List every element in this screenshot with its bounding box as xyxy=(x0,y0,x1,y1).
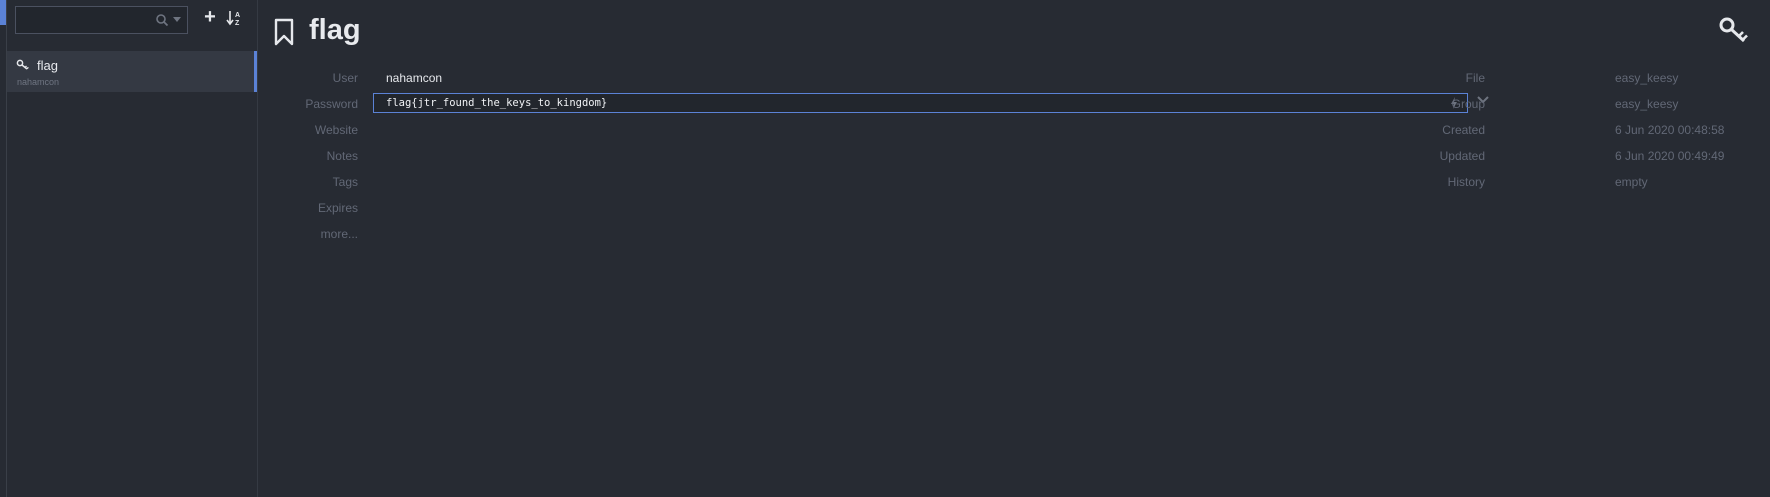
user-value[interactable]: nahamcon xyxy=(386,71,442,85)
bookmark-icon[interactable] xyxy=(273,18,295,46)
expires-label[interactable]: Expires xyxy=(258,201,358,215)
sidebar: + A Z flag nahamcon xyxy=(7,0,258,497)
file-label: File xyxy=(1465,71,1485,85)
history-value[interactable]: empty xyxy=(1615,175,1648,189)
entry-list-title: flag xyxy=(37,58,58,73)
notes-label[interactable]: Notes xyxy=(258,149,358,163)
password-label: Password xyxy=(305,97,358,111)
group-label: Group xyxy=(1451,97,1485,111)
file-value: easy_keesy xyxy=(1615,71,1679,85)
user-label: User xyxy=(332,71,358,85)
group-value[interactable]: easy_keesy xyxy=(1615,97,1678,111)
entry-details: flag User nahamcon Password flag{jtr_fou… xyxy=(258,0,1770,497)
key-icon xyxy=(16,59,29,70)
updated-value: 6 Jun 2020 00:49:49 xyxy=(1615,149,1725,163)
svg-text:Z: Z xyxy=(235,20,240,27)
entry-list-subtitle: nahamcon xyxy=(17,77,60,87)
search-options-chevron-down-icon[interactable] xyxy=(173,17,181,22)
app-window: + A Z flag nahamcon flag User nahamcon P… xyxy=(0,0,1770,497)
password-field[interactable]: flag{jtr_found_the_keys_to_kingdom} xyxy=(373,93,1468,113)
password-value[interactable]: flag{jtr_found_the_keys_to_kingdom} xyxy=(386,97,607,109)
website-label[interactable]: Website xyxy=(258,123,358,137)
keys-icon[interactable] xyxy=(1718,16,1750,44)
tags-label[interactable]: Tags xyxy=(258,175,358,189)
search-input[interactable] xyxy=(20,10,154,32)
search-icon[interactable] xyxy=(155,13,169,27)
updated-label: Updated xyxy=(1439,149,1485,163)
created-value: 6 Jun 2020 00:48:58 xyxy=(1615,123,1725,137)
sort-icon[interactable]: A Z xyxy=(226,8,244,28)
list-item[interactable]: flag nahamcon xyxy=(7,51,257,92)
history-label: History xyxy=(1447,175,1485,189)
svg-text:A: A xyxy=(235,12,240,19)
more-fields-link[interactable]: more... xyxy=(258,227,358,241)
add-entry-button[interactable]: + xyxy=(202,7,218,28)
entry-title[interactable]: flag xyxy=(309,14,361,47)
search-box[interactable] xyxy=(15,6,188,34)
created-label: Created xyxy=(1442,123,1485,137)
